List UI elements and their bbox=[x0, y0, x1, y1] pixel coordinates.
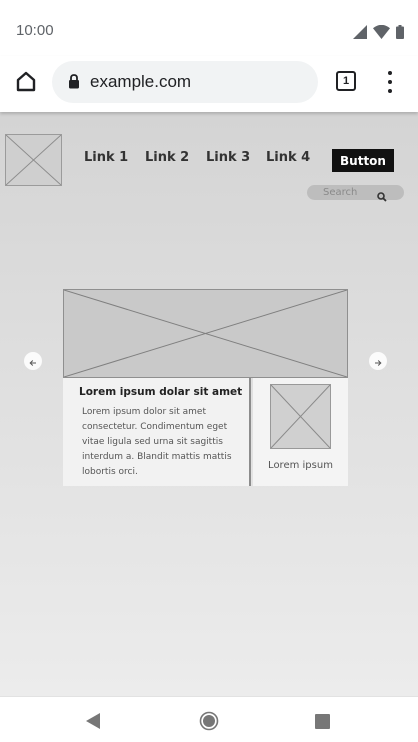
thumbnail-placeholder bbox=[270, 384, 331, 449]
lock-icon bbox=[68, 74, 80, 93]
card-body: Lorem ipsum dolar sit amet Lorem ipsum d… bbox=[63, 378, 251, 486]
browser-toolbar: example.com 1 bbox=[0, 56, 418, 112]
logo-placeholder[interactable] bbox=[5, 134, 62, 186]
carousel-prev-button[interactable] bbox=[24, 352, 42, 370]
tab-count: 1 bbox=[342, 75, 350, 87]
recents-icon[interactable] bbox=[315, 714, 330, 729]
home-button[interactable] bbox=[12, 69, 40, 97]
search-icon[interactable] bbox=[377, 187, 387, 206]
more-vert-icon[interactable] bbox=[380, 70, 400, 94]
page-content: Link 1 Link 2 Link 3 Link 4 Button Lorem… bbox=[0, 112, 418, 696]
card-hero-image-placeholder bbox=[63, 289, 348, 378]
status-time: 10:00 bbox=[16, 22, 54, 39]
nav-link-4[interactable]: Link 4 bbox=[266, 150, 310, 165]
arrow-right-icon bbox=[374, 352, 382, 371]
nav-link-3[interactable]: Link 3 bbox=[206, 150, 250, 165]
home-circle-icon[interactable] bbox=[199, 711, 219, 735]
home-icon bbox=[15, 70, 37, 96]
card-side-panel: Lorem ipsum bbox=[253, 378, 348, 486]
content-card: Lorem ipsum dolar sit amet Lorem ipsum d… bbox=[63, 289, 348, 486]
status-icons bbox=[353, 24, 404, 43]
address-bar[interactable]: example.com bbox=[52, 61, 318, 103]
card-title: Lorem ipsum dolar sit amet bbox=[79, 386, 243, 398]
arrow-left-icon bbox=[29, 352, 37, 371]
status-bar: 10:00 bbox=[0, 0, 418, 56]
search-box bbox=[307, 185, 404, 202]
thumbnail-caption: Lorem ipsum bbox=[268, 460, 333, 471]
back-icon[interactable] bbox=[85, 713, 101, 733]
nav-link-1[interactable]: Link 1 bbox=[84, 150, 128, 165]
wifi-icon bbox=[373, 24, 390, 43]
primary-button[interactable]: Button bbox=[332, 149, 394, 172]
url-text: example.com bbox=[90, 72, 192, 91]
card-text: Lorem ipsum dolor sit amet consectetur. … bbox=[82, 407, 232, 477]
search-input[interactable] bbox=[323, 186, 379, 199]
carousel-next-button[interactable] bbox=[369, 352, 387, 370]
tabs-button[interactable]: 1 bbox=[336, 71, 356, 91]
battery-icon bbox=[396, 24, 404, 43]
system-nav-bar bbox=[0, 696, 418, 742]
signal-icon bbox=[353, 24, 367, 43]
nav-link-2[interactable]: Link 2 bbox=[145, 150, 189, 165]
